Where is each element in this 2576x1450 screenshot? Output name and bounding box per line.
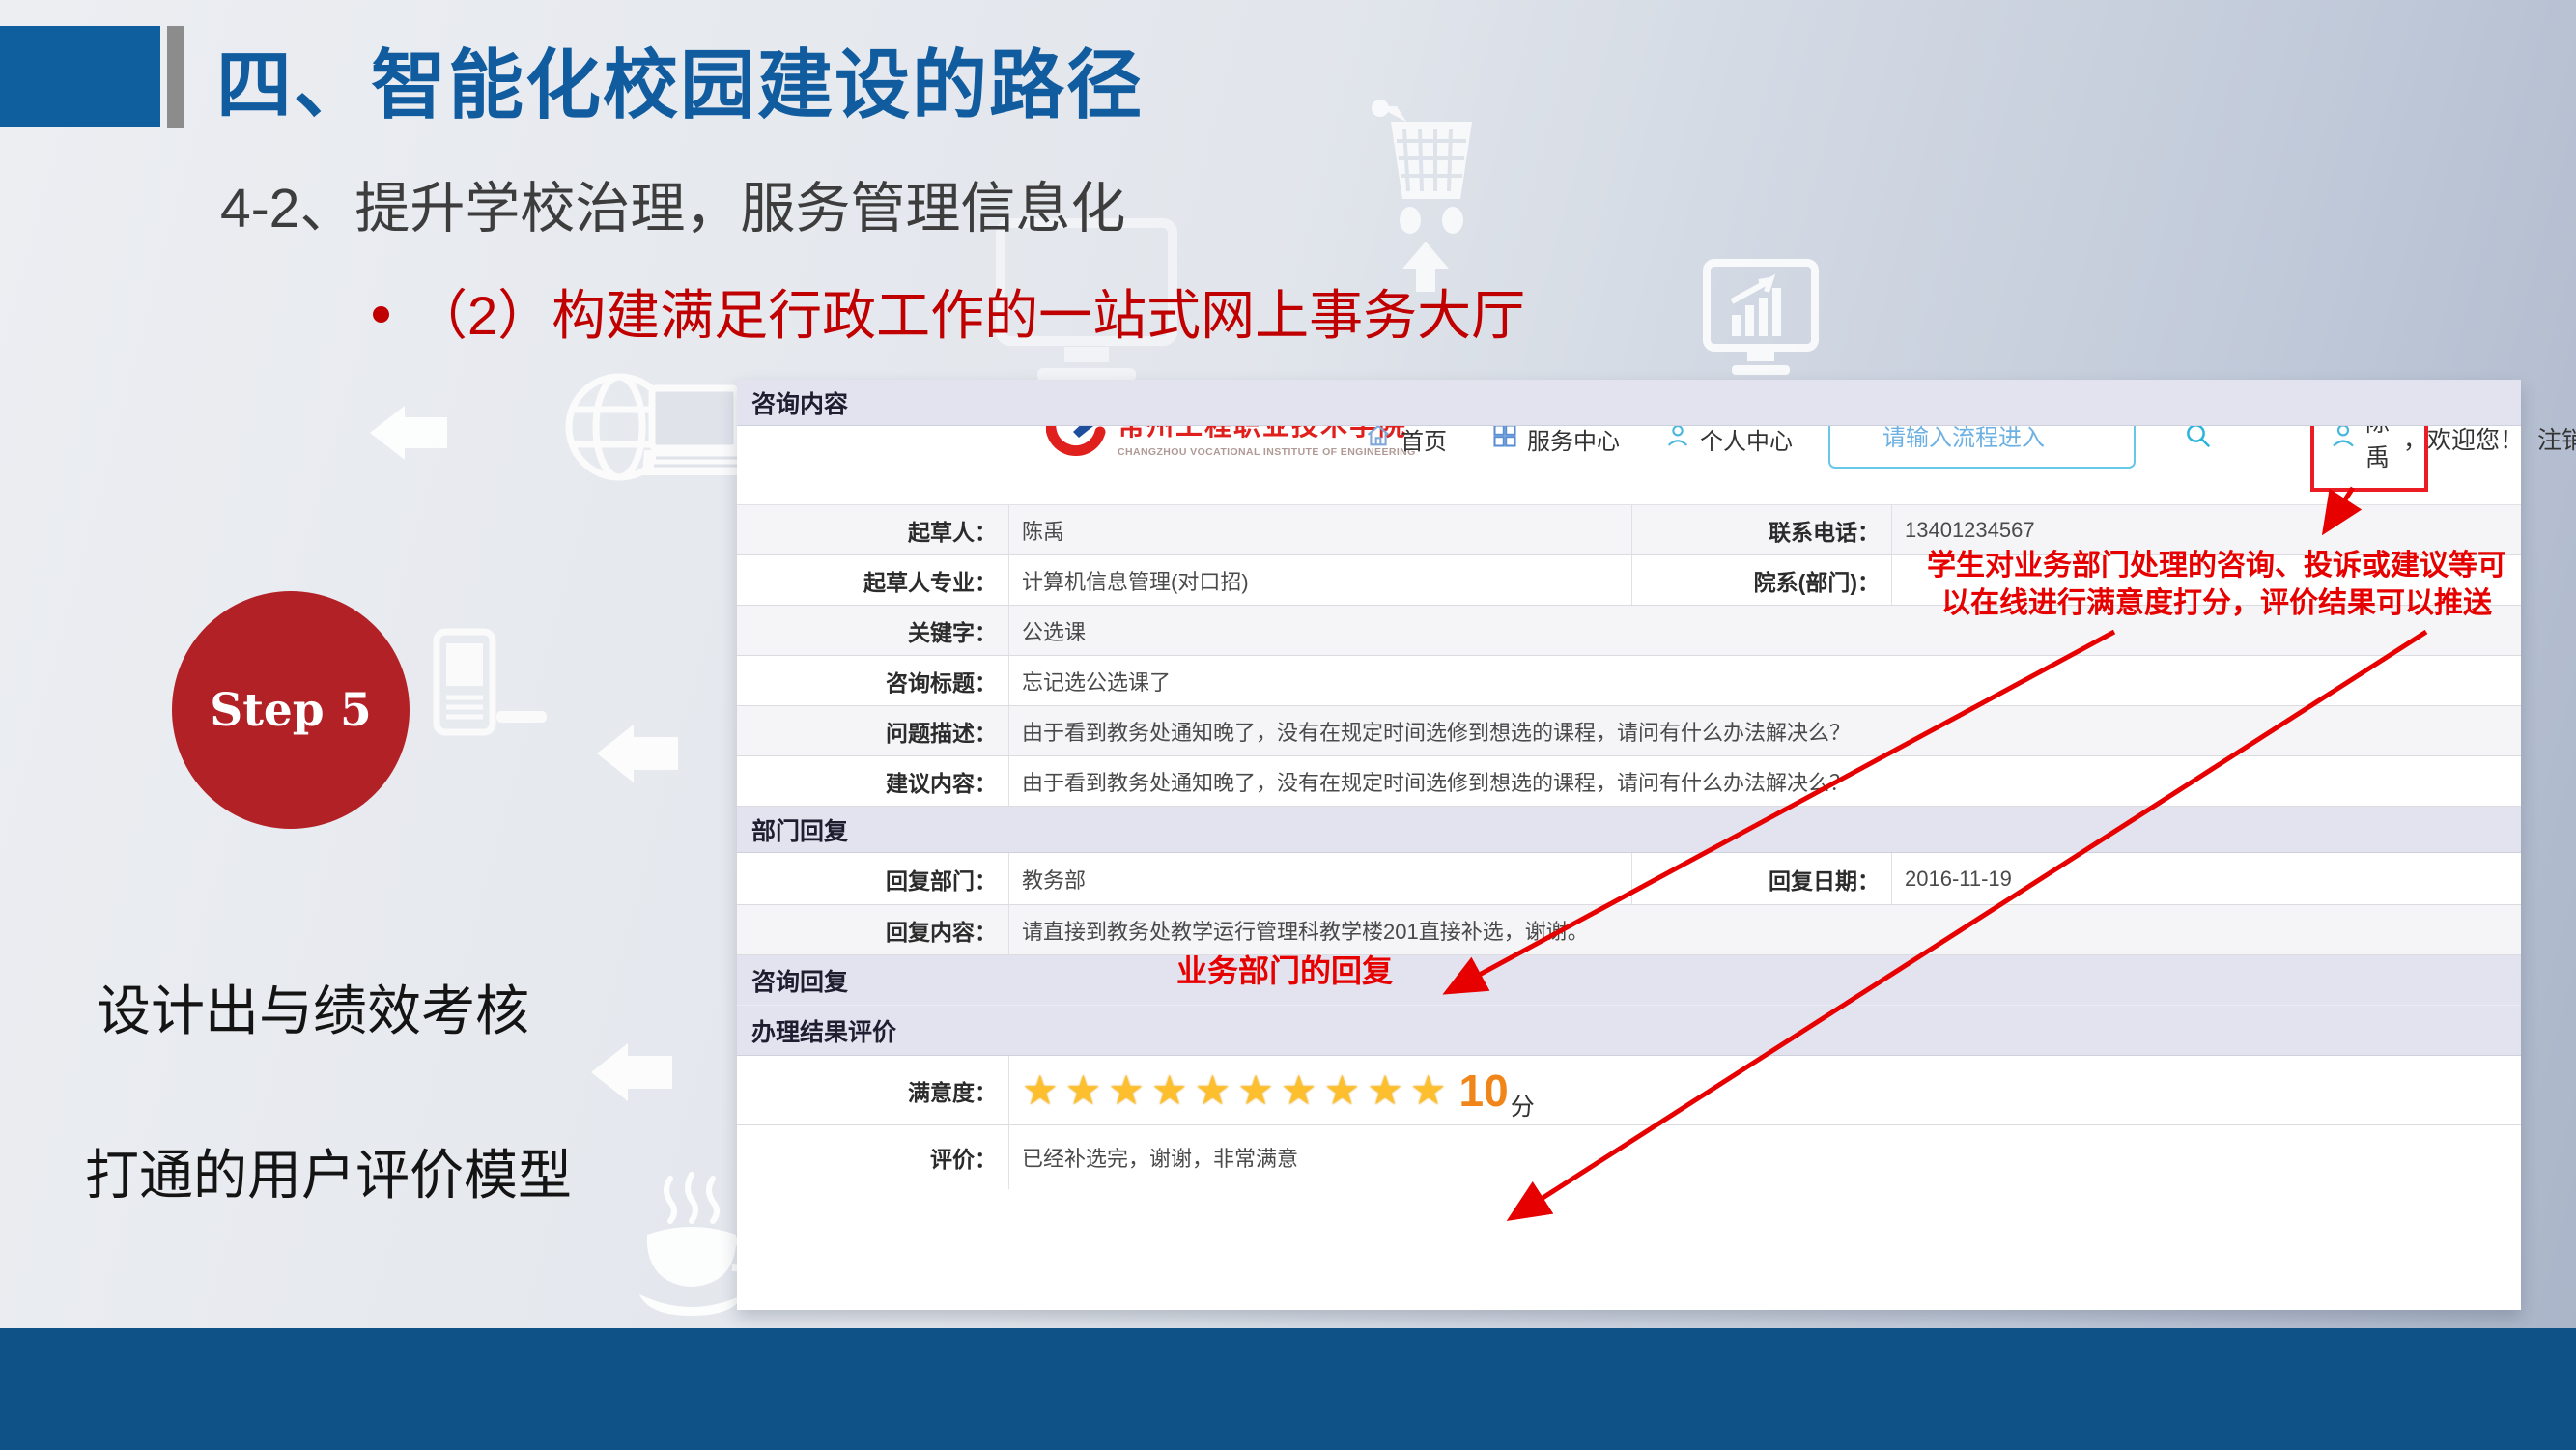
field-value: 陈禹 — [1009, 505, 1632, 554]
field-value: 2016-11-19 — [1892, 853, 2521, 904]
satisfaction-value: ★★★★★★★★★★ 10 分 — [1009, 1056, 2521, 1124]
field-label: 起草人： — [737, 505, 1009, 554]
corner-accent-bar — [167, 26, 184, 128]
nav-item-label: 个人中心 — [1700, 422, 1793, 456]
home-icon — [1365, 422, 1392, 455]
field-label: 院系(部门)： — [1632, 555, 1892, 605]
annotation-note-line2: 以在线进行满意度打分，评价结果可以推送 — [1917, 584, 2516, 622]
table-row: 咨询标题： 忘记选公选课了 — [737, 656, 2521, 706]
table-row: 满意度： ★★★★★★★★★★ 10 分 — [737, 1056, 2521, 1125]
slide-footer: 常州工程职业技术学院 CHANGZHOU VOCATIONAL INSTITUT… — [0, 1328, 2576, 1450]
table-row: 评价： 已经补选完，谢谢，非常满意 — [737, 1125, 2521, 1189]
caption-line-1: 设计出与绩效考核 — [97, 968, 529, 1046]
field-value: 计算机信息管理(对口招) — [1009, 555, 1632, 605]
annotation-note: 学生对业务部门处理的咨询、投诉或建议等可 以在线进行满意度打分，评价结果可以推送 — [1917, 547, 2516, 622]
table-row: 建议内容： 由于看到教务处通知晚了，没有在规定时间选修到想选的课程，请问有什么办… — [737, 756, 2521, 807]
slide-subtitle: 4-2、提升学校治理，服务管理信息化 — [220, 164, 1125, 243]
field-label: 回复内容： — [737, 905, 1009, 954]
field-label: 回复日期： — [1632, 853, 1892, 904]
score-number: 10 — [1459, 1068, 1509, 1113]
annotation-reply-note: 业务部门的回复 — [1176, 947, 1393, 991]
user-icon — [1664, 422, 1691, 455]
field-value: 已经补选完，谢谢，非常满意 — [1009, 1125, 2521, 1189]
field-label: 满意度： — [737, 1056, 1009, 1124]
presentation-slide: 四、智能化校园建设的路径 4-2、提升学校治理，服务管理信息化 （2）构建满足行… — [0, 0, 2576, 1450]
field-label: 问题描述： — [737, 706, 1009, 755]
annotation-note-line1: 学生对业务部门处理的咨询、投诉或建议等可 — [1917, 547, 2516, 584]
table-row: 回复内容： 请直接到教务处教学运行管理科教学楼201直接补选，谢谢。 — [737, 905, 2521, 955]
arrow-left-icon — [370, 406, 447, 460]
field-value: 由于看到教务处通知晚了，没有在规定时间选修到想选的课程，请问有什么办法解决么？ — [1009, 756, 2521, 806]
slide-bullet-text: （2）构建满足行政工作的一站式网上事务大厅 — [413, 272, 1525, 351]
grid-icon — [1491, 422, 1518, 455]
nav-item-label: 服务中心 — [1527, 422, 1620, 456]
slide-title: 四、智能化校园建设的路径 — [216, 25, 1144, 133]
nav-item-personal-center[interactable]: 个人中心 — [1664, 422, 1793, 456]
phone-icon — [433, 628, 549, 744]
section-dept-reply: 部门回复 — [737, 807, 2521, 853]
search-icon[interactable] — [2184, 421, 2213, 456]
logout-link[interactable]: 注销 — [2537, 421, 2576, 456]
corner-accent-rect — [0, 26, 160, 127]
step-badge-label: Step 5 — [210, 684, 371, 737]
section-consult-content: 咨询内容 — [737, 380, 2521, 426]
webapp-screenshot-panel: 常州工程职业技术学院 CHANGZHOU VOCATIONAL INSTITUT… — [737, 380, 2521, 1310]
step-badge: Step 5 — [172, 591, 410, 829]
table-row: 回复部门： 教务部 回复日期： 2016-11-19 — [737, 853, 2521, 905]
field-value: 教务部 — [1009, 853, 1632, 904]
score-unit: 分 — [1511, 1091, 1535, 1124]
bullet-dot — [373, 306, 389, 323]
globe-laptop-icon — [563, 367, 747, 498]
field-label: 咨询标题： — [737, 656, 1009, 705]
star-rating[interactable]: ★★★★★★★★★★ — [1022, 1070, 1454, 1111]
field-label: 联系电话： — [1632, 505, 1892, 554]
section-result-eval: 办理结果评价 — [737, 1006, 2521, 1056]
shopping-cart-icon — [1372, 99, 1480, 292]
table-row: 问题描述： 由于看到教务处通知晚了，没有在规定时间选修到想选的课程，请问有什么办… — [737, 706, 2521, 756]
nav-item-label: 首页 — [1401, 422, 1447, 456]
section-consult-reply: 咨询回复 — [737, 955, 2521, 1006]
field-label: 建议内容： — [737, 756, 1009, 806]
arrow-left-icon — [591, 1043, 672, 1101]
caption-line-2: 打通的用户评价模型 — [85, 1132, 572, 1210]
arrow-left-icon — [597, 725, 678, 782]
nav-item-home[interactable]: 首页 — [1365, 422, 1447, 456]
field-label: 回复部门： — [737, 853, 1009, 904]
field-label: 评价： — [737, 1125, 1009, 1189]
field-label: 关键字： — [737, 606, 1009, 655]
field-value: 由于看到教务处通知晚了，没有在规定时间选修到想选的课程，请问有什么办法解决么？ — [1009, 706, 2521, 755]
monitor-chart-icon — [1703, 259, 1819, 383]
field-label: 起草人专业： — [737, 555, 1009, 605]
nav-item-service-center[interactable]: 服务中心 — [1491, 422, 1620, 456]
field-value: 忘记选公选课了 — [1009, 656, 2521, 705]
